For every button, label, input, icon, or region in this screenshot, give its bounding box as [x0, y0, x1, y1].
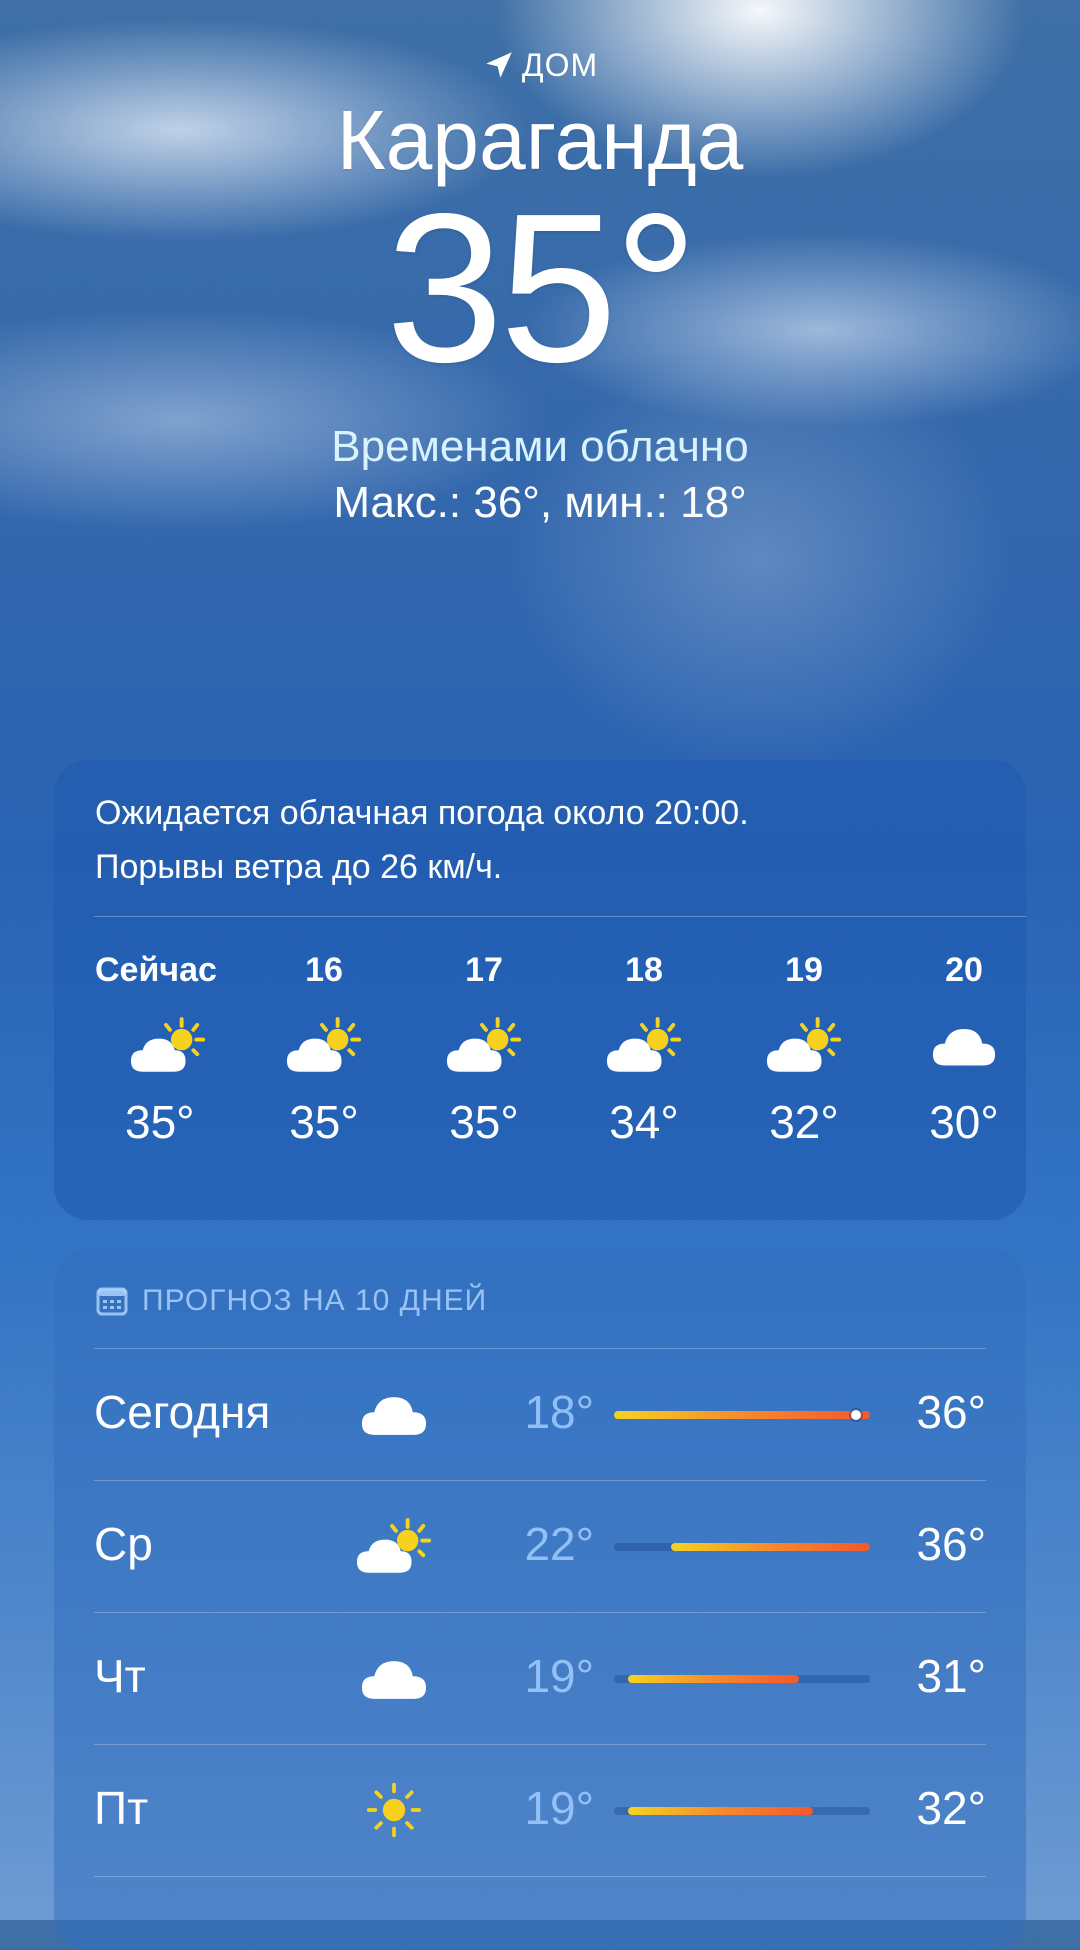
- temp-range-fill: [614, 1411, 870, 1419]
- hourly-summary: Ожидается облачная погода около 20:00. П…: [54, 760, 1026, 894]
- daily-row[interactable]: Ср 22° 36°: [94, 1480, 986, 1612]
- current-temperature: 35°: [385, 169, 699, 407]
- hourly-item: 18 34°: [574, 951, 714, 1149]
- daily-row[interactable]: Чт 19° 31°: [94, 1612, 986, 1744]
- location-label: ДОМ: [521, 46, 599, 83]
- hour-label: 17: [465, 951, 503, 989]
- hourly-item: 16 35°: [254, 951, 394, 1149]
- location-row: ДОМ: [0, 40, 1080, 90]
- current-temp-marker: [850, 1410, 861, 1420]
- sun-icon: [354, 1775, 434, 1845]
- temp-range-bar: [614, 1675, 870, 1683]
- temp-range-fill: [628, 1807, 814, 1815]
- hour-temperature: 35°: [125, 1096, 195, 1148]
- day-low-temp: 19°: [524, 1650, 594, 1702]
- ten-day-title: ПРОГНОЗ НА 10 ДНЕЙ: [142, 1284, 488, 1317]
- hour-temperature: 30°: [929, 1096, 999, 1148]
- partly-sunny-icon: [734, 995, 874, 1095]
- day-name: Пт: [94, 1782, 149, 1834]
- hour-temperature: 35°: [449, 1096, 519, 1148]
- ten-day-header: ПРОГНОЗ НА 10 ДНЕЙ: [54, 1250, 1026, 1318]
- hi-lo-text: Макс.: 36°, мин.: 18°: [333, 478, 747, 528]
- ten-day-forecast-card[interactable]: ПРОГНОЗ НА 10 ДНЕЙ Сегодня 18° 36° Ср 22° 36°…: [54, 1250, 1026, 1950]
- partly-sunny-icon: [95, 995, 255, 1095]
- day-name: Сегодня: [94, 1386, 271, 1438]
- temp-range-fill: [628, 1675, 799, 1683]
- current-weather-header: ДОМ Караганда 35° Временами облачно Макс…: [0, 40, 1080, 528]
- temp-range-fill: [670, 1543, 870, 1551]
- temp-range-bar: [614, 1543, 870, 1551]
- cloud-icon: [354, 1379, 434, 1449]
- hour-label: 18: [625, 951, 663, 989]
- hour-label: 16: [305, 951, 343, 989]
- hour-temperature: 34°: [609, 1096, 679, 1148]
- hourly-forecast-card[interactable]: Ожидается облачная погода около 20:00. П…: [54, 760, 1026, 1220]
- daily-row[interactable]: Пт 19° 32°: [94, 1744, 986, 1876]
- temp-range-bar: [614, 1807, 870, 1815]
- cloud-icon: [354, 1643, 434, 1713]
- hour-label: 19: [785, 951, 823, 989]
- day-high-temp: 36°: [916, 1386, 986, 1438]
- hourly-item: 20 30°: [894, 951, 1026, 1149]
- temp-range-bar: [614, 1410, 870, 1420]
- day-high-temp: 31°: [916, 1650, 986, 1702]
- calendar-icon: [96, 1287, 128, 1316]
- hourly-item: 17 35°: [414, 951, 554, 1149]
- hour-temperature: 32°: [769, 1096, 839, 1148]
- hourly-item: Сейчас 35°: [95, 951, 255, 1149]
- daily-list: Сегодня 18° 36° Ср 22° 36° Чт 19° 31° Пт 19° 32°: [94, 1348, 986, 1950]
- hour-label: Сейчас: [95, 951, 217, 989]
- day-name: Ср: [94, 1518, 153, 1570]
- partly-sunny-icon: [254, 995, 394, 1095]
- daily-row[interactable]: Сегодня 18° 36°: [94, 1348, 986, 1480]
- day-low-temp: 22°: [524, 1518, 594, 1570]
- daily-row-partial: [94, 1876, 986, 1950]
- day-high-temp: 32°: [916, 1782, 986, 1834]
- day-high-temp: 36°: [916, 1518, 986, 1570]
- partly-sunny-icon: [574, 995, 714, 1095]
- day-name: Чт: [94, 1650, 146, 1702]
- summary-line-2: Порывы ветра до 26 км/ч.: [95, 848, 503, 886]
- day-low-temp: 19°: [524, 1782, 594, 1834]
- hourly-scroller[interactable]: Сейчас 35° 16 35° 17 35° 18 34° 19 32° 20 30°: [54, 917, 1026, 1177]
- partly-sunny-icon: [414, 995, 554, 1095]
- hour-temperature: 35°: [289, 1096, 359, 1148]
- partly-sunny-icon: [354, 1511, 434, 1581]
- hour-label: 20: [945, 951, 983, 989]
- summary-line-1: Ожидается облачная погода около 20:00.: [95, 794, 749, 832]
- hourly-item: 19 32°: [734, 951, 874, 1149]
- location-arrow-icon: [486, 52, 512, 78]
- condition-text: Временами облачно: [331, 422, 749, 472]
- cloud-icon: [894, 995, 1026, 1095]
- day-low-temp: 18°: [524, 1386, 594, 1438]
